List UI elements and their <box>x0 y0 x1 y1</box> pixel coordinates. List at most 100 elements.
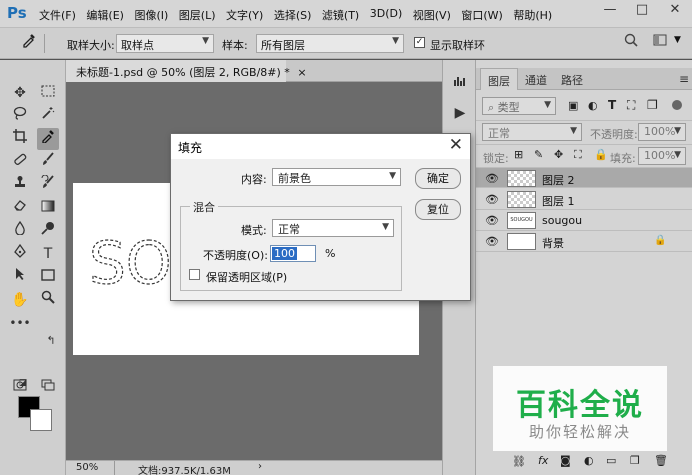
lock-transparent-icon[interactable]: ⊞ <box>514 148 523 161</box>
layer-row[interactable]: 👁 背景 🔒 <box>476 231 692 252</box>
lock-position-icon[interactable]: ✥ <box>554 148 563 161</box>
swap-colors-icon[interactable]: ↰ <box>40 330 62 352</box>
lock-all-icon[interactable]: 🔒 <box>594 148 608 161</box>
layer-name: 图层 2 <box>542 174 575 187</box>
dodge-tool-icon[interactable] <box>37 220 59 242</box>
pixel-filter-icon[interactable]: ▣ <box>568 99 578 112</box>
healing-brush-icon[interactable] <box>9 151 31 173</box>
fx-icon[interactable]: fx <box>538 454 548 467</box>
content-select[interactable]: 前景色 ▼ <box>272 168 401 186</box>
marquee-tool-icon[interactable] <box>37 82 59 104</box>
new-group-icon[interactable]: ▭ <box>606 454 616 467</box>
preserve-transparency-checkbox[interactable] <box>189 269 200 280</box>
fill-dialog: 填充 ✕ 内容: 前景色 ▼ 确定 复位 混合 模式: 正常 ▼ 不透明度(O)… <box>170 133 471 301</box>
adjustment-filter-icon[interactable]: ◐ <box>588 99 598 112</box>
move-tool-icon[interactable]: ✥ <box>9 82 31 104</box>
path-selection-icon[interactable] <box>9 266 31 288</box>
minimize-button[interactable]: — <box>595 0 625 22</box>
pen-tool-icon[interactable] <box>9 243 31 265</box>
menu-item-help[interactable]: 帮助(H) <box>513 7 552 23</box>
eraser-tool-icon[interactable] <box>9 197 31 219</box>
adjustment-layer-icon[interactable]: ◐ <box>584 454 594 467</box>
screen-mode-icon[interactable] <box>37 376 59 398</box>
chevron-down-icon[interactable]: ▼ <box>674 35 681 45</box>
eyedropper-preset-icon[interactable] <box>18 32 40 54</box>
lock-paint-icon[interactable]: ✎ <box>534 148 543 161</box>
histogram-icon[interactable] <box>449 72 471 94</box>
document-tab[interactable]: 未标题-1.psd @ 50% (图层 2, RGB/8#) * × <box>66 60 307 82</box>
search-icon[interactable] <box>620 32 642 54</box>
filter-toggle-icon[interactable] <box>672 100 682 110</box>
type-filter-icon[interactable]: T <box>608 98 616 112</box>
shape-filter-icon[interactable]: ⛶ <box>627 98 635 113</box>
menu-item-image[interactable]: 图像(I) <box>134 7 168 23</box>
layer-filter-select[interactable]: ⌕ 类型 ▼ <box>482 97 556 115</box>
sample-size-select[interactable]: 取样点 ▼ <box>116 34 214 53</box>
eye-icon[interactable]: 👁 <box>485 193 499 206</box>
eye-icon[interactable]: 👁 <box>485 172 499 185</box>
rectangle-tool-icon[interactable] <box>37 266 59 288</box>
opacity-input[interactable]: 100 <box>270 245 316 262</box>
reset-button[interactable]: 复位 <box>415 199 461 220</box>
tab-layers[interactable]: 图层 <box>480 68 518 90</box>
zoom-level[interactable]: 50% <box>76 462 98 473</box>
workspace-icon[interactable] <box>650 32 672 54</box>
zoom-tool-icon[interactable] <box>37 289 59 311</box>
delete-layer-icon[interactable]: 🗑 <box>654 454 668 467</box>
crop-tool-icon[interactable] <box>9 128 31 150</box>
close-button[interactable]: ✕ <box>660 0 690 22</box>
blend-mode-select[interactable]: 正常 ▼ <box>482 123 582 141</box>
menu-item-type[interactable]: 文字(Y) <box>226 7 263 23</box>
close-tab-icon[interactable]: × <box>297 66 306 79</box>
blur-tool-icon[interactable] <box>9 220 31 242</box>
eye-icon[interactable]: 👁 <box>485 214 499 227</box>
opacity-input[interactable]: 100% ▼ <box>638 123 686 141</box>
hand-tool-icon[interactable]: ✋ <box>9 289 31 311</box>
show-ring-checkbox[interactable]: ✓ <box>414 37 425 48</box>
play-icon[interactable]: ▶ <box>449 102 471 124</box>
menu-item-view[interactable]: 视图(V) <box>413 7 451 23</box>
menu-item-edit[interactable]: 编辑(E) <box>86 7 124 23</box>
link-layers-icon[interactable]: ⛓ <box>512 455 526 468</box>
tab-paths[interactable]: 路径 <box>554 68 590 90</box>
eye-icon[interactable]: 👁 <box>485 235 499 248</box>
menu-item-file[interactable]: 文件(F) <box>39 7 76 23</box>
mode-select[interactable]: 正常 ▼ <box>272 219 394 237</box>
fill-input[interactable]: 100% ▼ <box>638 147 686 165</box>
history-brush-icon[interactable] <box>37 174 59 196</box>
sample-select[interactable]: 所有图层 ▼ <box>256 34 404 53</box>
add-mask-icon[interactable]: ◙ <box>560 454 571 467</box>
ok-button[interactable]: 确定 <box>415 168 461 189</box>
show-ring-label: 显示取样环 <box>430 39 485 52</box>
type-tool-icon[interactable]: T <box>37 243 59 265</box>
maximize-button[interactable]: □ <box>627 0 657 22</box>
menu-item-select[interactable]: 选择(S) <box>274 7 312 23</box>
gradient-tool-icon[interactable] <box>37 197 59 219</box>
layer-row[interactable]: 👁 SOUGOU sougou <box>476 210 692 231</box>
brush-tool-icon[interactable] <box>37 151 59 173</box>
new-layer-icon[interactable]: ❐ <box>630 454 640 467</box>
eyedropper-tool-icon[interactable] <box>37 128 59 150</box>
chevron-right-icon[interactable]: › <box>258 461 262 472</box>
close-icon[interactable]: ✕ <box>449 135 463 155</box>
menu-item-filter[interactable]: 滤镜(T) <box>322 7 359 23</box>
menu-item-window[interactable]: 窗口(W) <box>461 7 502 23</box>
menu-item-3d[interactable]: 3D(D) <box>370 7 403 23</box>
layer-row[interactable]: 👁 图层 1 <box>476 189 692 210</box>
panel-menu-icon[interactable]: ≡ <box>672 68 692 90</box>
smart-object-filter-icon[interactable]: ❐ <box>647 98 658 112</box>
layer-row[interactable]: 👁 图层 2 <box>476 167 692 188</box>
menu-item-layer[interactable]: 图层(L) <box>179 7 216 23</box>
tab-channels[interactable]: 通道 <box>518 68 554 90</box>
app-logo: Ps <box>7 4 27 22</box>
quick-mask-icon[interactable] <box>9 376 31 398</box>
lock-artboard-icon[interactable]: ⛶ <box>574 148 582 162</box>
lasso-tool-icon[interactable] <box>9 105 31 127</box>
stamp-tool-icon[interactable] <box>9 174 31 196</box>
more-tools-icon[interactable]: ••• <box>9 312 31 334</box>
mode-value: 正常 <box>278 223 300 236</box>
sample-size-value: 取样点 <box>121 39 154 52</box>
background-color-swatch[interactable] <box>30 409 52 431</box>
magic-wand-icon[interactable] <box>37 105 59 127</box>
opacity-value: 100% <box>644 125 676 138</box>
